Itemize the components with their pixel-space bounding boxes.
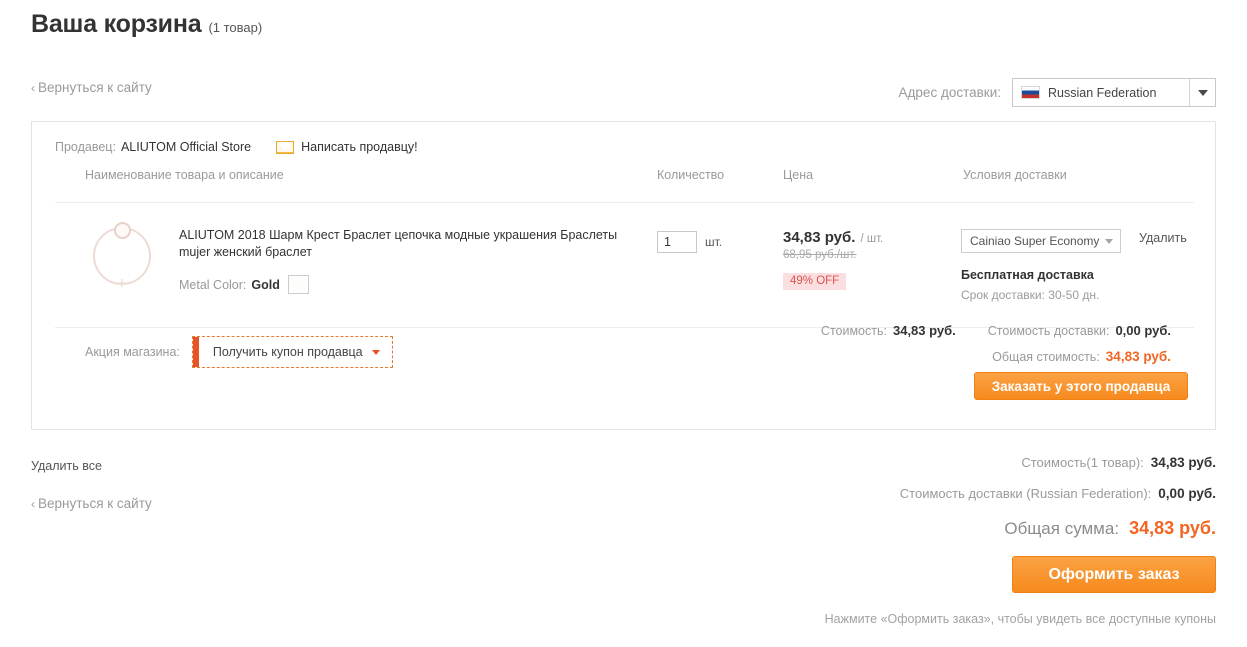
attribute-swatch-icon <box>288 275 309 294</box>
shipping-method-select[interactable]: Cainiao Super Economy <box>961 229 1121 253</box>
chevron-down-icon <box>1198 90 1208 96</box>
quantity-cell: шт. <box>657 231 722 253</box>
seller-info-row: Продавец: ALIUTOM Official Store Написат… <box>55 140 418 154</box>
seller-totals-line-1: Стоимость: 34,83 руб. Стоимость доставки… <box>821 323 1171 338</box>
get-seller-coupon-label: Получить купон продавца <box>199 337 392 367</box>
chevron-left-icon: ‹ <box>31 497 35 511</box>
product-title[interactable]: ALIUTOM 2018 Шарм Крест Браслет цепочка … <box>179 227 629 261</box>
quantity-unit: шт. <box>705 235 722 249</box>
summary-grand-total-row: Общая сумма: 34,83 руб. <box>816 518 1216 539</box>
seller-totals-line-2: Общая стоимость: 34,83 руб. <box>821 349 1171 364</box>
summary-subtotal-value: 34,83 руб. <box>1151 455 1216 470</box>
column-header-name: Наименование товара и описание <box>85 168 284 182</box>
seller-totals: Стоимость: 34,83 руб. Стоимость доставки… <box>821 323 1171 364</box>
free-shipping-label: Бесплатная доставка <box>961 268 1121 282</box>
chevron-left-icon: ‹ <box>31 81 35 95</box>
page-title: Ваша корзина <box>31 10 201 39</box>
shipping-country-select[interactable]: Russian Federation <box>1012 78 1216 107</box>
attribute-label: Metal Color: <box>179 278 246 292</box>
contact-seller-label: Написать продавцу! <box>301 140 418 154</box>
contact-seller-link[interactable]: Написать продавцу! <box>276 140 418 154</box>
product-info: ALIUTOM 2018 Шарм Крест Браслет цепочка … <box>179 227 629 294</box>
seller-subtotal-value: 34,83 руб. <box>893 323 956 338</box>
seller-name[interactable]: ALIUTOM Official Store <box>121 140 251 154</box>
shipping-address-label: Адрес доставки: <box>899 85 1001 100</box>
bracelet-image <box>93 227 151 285</box>
original-price: 68,95 руб./шт. <box>783 249 883 261</box>
shipping-country-value: Russian Federation <box>1048 86 1156 100</box>
summary-shipping-value: 0,00 руб. <box>1158 486 1216 501</box>
summary-shipping-label: Стоимость доставки (Russian Federation): <box>900 486 1152 501</box>
cart-topbar: ‹Вернуться к сайту Адрес доставки: Russi… <box>31 78 1216 106</box>
seller-subtotal-label: Стоимость: <box>821 324 887 338</box>
cart-bottom-links: Удалить все ‹Вернуться к сайту <box>31 459 152 511</box>
seller-total-value: 34,83 руб. <box>1106 349 1171 364</box>
column-header-quantity: Количество <box>657 168 724 182</box>
discount-badge: 49% OFF <box>783 273 846 290</box>
russian-flag-icon <box>1021 86 1040 99</box>
cart-summary: Стоимость(1 товар): 34,83 руб. Стоимость… <box>816 455 1216 539</box>
get-seller-coupon-button[interactable]: Получить купон продавца <box>192 336 393 368</box>
seller-cart-card: Продавец: ALIUTOM Official Store Написат… <box>31 121 1216 430</box>
price-cell: 34,83 руб. / шт. 68,95 руб./шт. 49% OFF <box>783 229 883 290</box>
price-unit: / шт. <box>860 233 883 245</box>
seller-promo-row: Акция магазина: Получить купон продавца … <box>55 318 1194 418</box>
back-to-site-label-top: Вернуться к сайту <box>38 80 152 95</box>
envelope-icon <box>276 141 294 154</box>
attribute-value: Gold <box>251 278 279 292</box>
checkout-footnote: Нажмите «Оформить заказ», чтобы увидеть … <box>825 612 1216 626</box>
cart-item-row: ALIUTOM 2018 Шарм Крест Браслет цепочка … <box>55 207 1194 328</box>
back-to-site-link-top[interactable]: ‹Вернуться к сайту <box>31 80 152 95</box>
cart-table-header: Наименование товара и описание Количеств… <box>55 168 1194 203</box>
shipping-method-value: Cainiao Super Economy <box>970 234 1099 248</box>
summary-subtotal-row: Стоимость(1 товар): 34,83 руб. <box>816 455 1216 470</box>
shipping-address-control: Адрес доставки: Russian Federation <box>899 78 1216 107</box>
envelope-flap <box>277 142 293 151</box>
column-header-shipping: Условия доставки <box>963 168 1067 182</box>
current-price-line: 34,83 руб. / шт. <box>783 229 883 246</box>
quantity-input[interactable] <box>657 231 697 253</box>
order-from-seller-button[interactable]: Заказать у этого продавца <box>974 372 1188 400</box>
current-price: 34,83 руб. <box>783 229 855 246</box>
page-header: Ваша корзина (1 товар) <box>31 10 262 39</box>
summary-subtotal-label: Стоимость(1 товар): <box>1021 455 1143 470</box>
checkout-button[interactable]: Оформить заказ <box>1012 556 1216 593</box>
seller-total-label: Общая стоимость: <box>992 350 1100 364</box>
store-promotion-label: Акция магазина: <box>85 345 180 359</box>
chevron-down-icon <box>1105 239 1113 244</box>
coupon-text-value: Получить купон продавца <box>213 345 363 359</box>
delete-item-link[interactable]: Удалить <box>1139 231 1187 245</box>
product-attribute: Metal Color: Gold <box>179 275 629 294</box>
summary-grand-total-value: 34,83 руб. <box>1129 518 1216 539</box>
shipping-cell: Cainiao Super Economy Бесплатная доставк… <box>961 229 1121 302</box>
seller-shipping-value: 0,00 руб. <box>1115 323 1171 338</box>
delivery-time-label: Срок доставки: 30-50 дн. <box>961 288 1121 302</box>
seller-label: Продавец: <box>55 140 116 154</box>
summary-shipping-row: Стоимость доставки (Russian Federation):… <box>816 486 1216 501</box>
cart-item-count: (1 товар) <box>208 20 262 35</box>
summary-grand-total-label: Общая сумма: <box>1004 519 1119 539</box>
seller-shipping-label: Стоимость доставки: <box>988 324 1110 338</box>
product-thumbnail[interactable] <box>81 215 163 297</box>
shipping-country-dropdown-toggle[interactable] <box>1189 79 1215 106</box>
back-to-site-link-bottom[interactable]: ‹Вернуться к сайту <box>31 496 152 511</box>
column-header-price: Цена <box>783 168 813 182</box>
back-to-site-label-bottom: Вернуться к сайту <box>38 496 152 511</box>
remove-all-link[interactable]: Удалить все <box>31 459 152 473</box>
store-promotion: Акция магазина: Получить купон продавца <box>85 336 393 368</box>
chevron-down-icon <box>372 350 380 355</box>
